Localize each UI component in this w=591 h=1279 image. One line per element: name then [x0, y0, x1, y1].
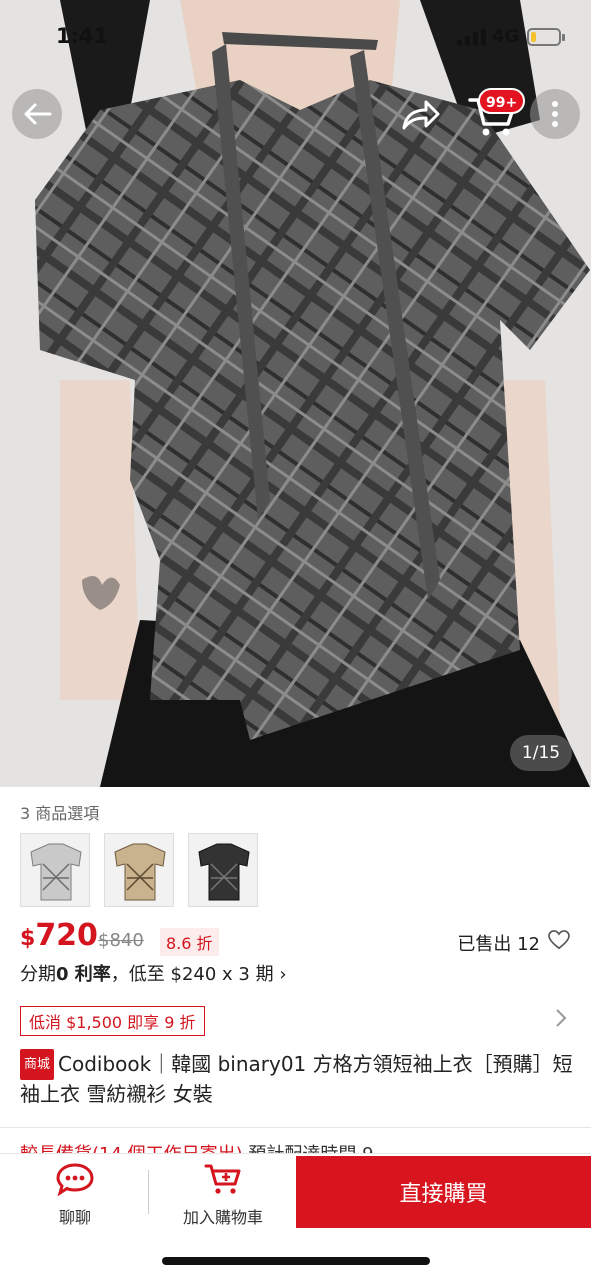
options-label[interactable]: 3 商品選項 — [20, 800, 99, 824]
heart-icon[interactable] — [548, 930, 570, 950]
promo-tag[interactable]: 低消 $1,500 即享 9 折 — [20, 1006, 205, 1036]
battery-icon — [527, 28, 561, 46]
bar-separator — [148, 1170, 149, 1214]
arrow-left-icon — [24, 103, 52, 125]
price-currency: $ — [20, 926, 36, 951]
signal-icon — [457, 29, 486, 45]
variant-thumbnails — [20, 833, 258, 907]
back-button[interactable] — [12, 89, 62, 139]
product-title: 商城 Codibook｜韓國 binary01 方格方領短袖上衣［預購］短袖上衣 … — [20, 1049, 575, 1109]
discount-badge: 8.6 折 — [160, 928, 219, 956]
cart-count-badge[interactable]: 99+ — [478, 88, 526, 114]
price-row: $720 $840 8.6 折 已售出 12 — [20, 918, 576, 960]
battery-fill — [531, 32, 536, 42]
chevron-right-icon[interactable] — [555, 1008, 567, 1028]
add-to-cart-button[interactable]: 加入購物車 — [160, 1162, 286, 1230]
bottom-action-bar: 聊聊 加入購物車 直接購買 — [0, 1153, 591, 1233]
sold-count: 已售出 12 — [457, 934, 540, 955]
gallery-page-indicator: 1/15 — [510, 735, 572, 771]
more-vertical-icon — [552, 101, 558, 127]
buy-now-button[interactable]: 直接購買 — [296, 1156, 591, 1228]
price-value: 720 — [35, 918, 98, 953]
variant-thumb-light-gray[interactable] — [20, 833, 90, 907]
status-bar: 1:41 4G — [0, 0, 591, 70]
original-price: $840 — [98, 930, 144, 951]
status-time: 1:41 — [56, 24, 109, 48]
network-label: 4G — [492, 26, 520, 47]
home-indicator — [162, 1257, 430, 1265]
product-title-text: Codibook｜韓國 binary01 方格方領短袖上衣［預購］短袖上衣 雪紡… — [20, 1052, 573, 1106]
add-to-cart-label: 加入購物車 — [182, 1208, 263, 1227]
chat-button[interactable]: 聊聊 — [20, 1162, 130, 1230]
share-icon[interactable] — [398, 96, 440, 136]
variant-thumb-dark-gray[interactable] — [188, 833, 258, 907]
variant-thumb-beige[interactable] — [104, 833, 174, 907]
chat-label: 聊聊 — [58, 1208, 91, 1227]
installment-rate: 0 利率 — [56, 964, 111, 985]
mall-badge: 商城 — [20, 1049, 55, 1080]
installment-detail: ，低至 $240 x 3 期 › — [110, 964, 287, 985]
variant-image — [105, 834, 173, 906]
battery-tip — [562, 34, 565, 41]
installment-info[interactable]: 分期0 利率，低至 $240 x 3 期 › — [20, 960, 287, 986]
section-divider — [0, 1127, 591, 1128]
chat-bubble-icon — [56, 1163, 94, 1197]
current-price: $720 — [20, 918, 98, 953]
add-cart-icon — [204, 1164, 241, 1194]
variant-image — [189, 834, 257, 906]
installment-prefix: 分期 — [20, 964, 56, 985]
more-options-button[interactable] — [530, 89, 580, 139]
variant-image — [21, 834, 89, 906]
